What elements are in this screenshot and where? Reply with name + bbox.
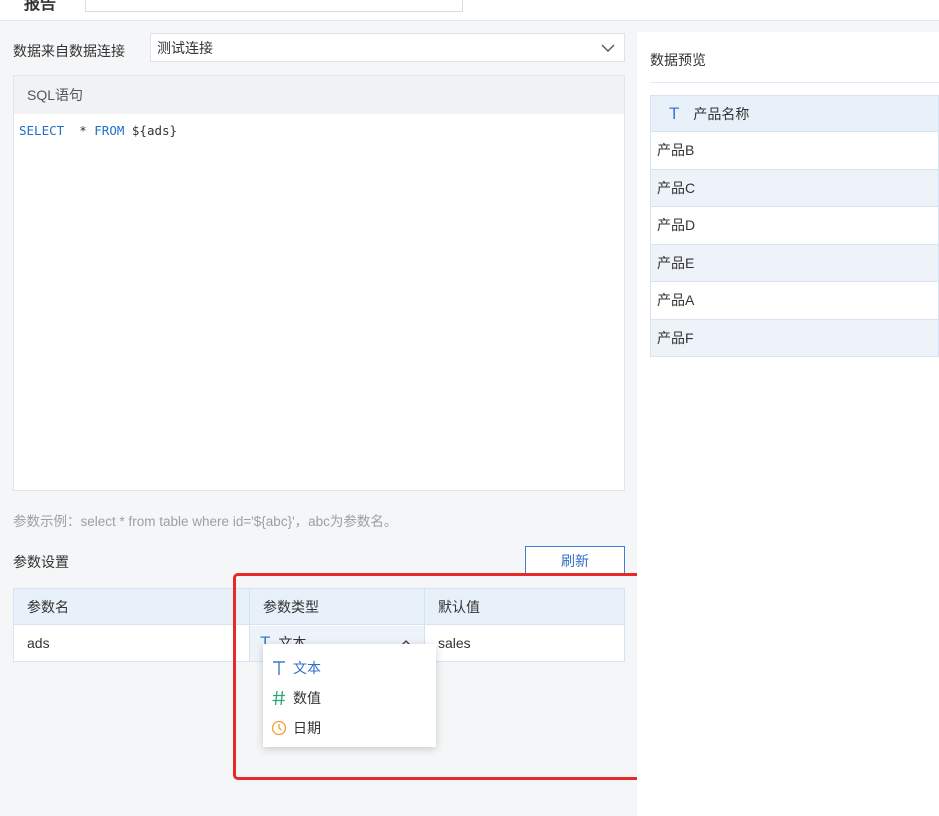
table-row: 产品B	[650, 132, 939, 170]
data-preview-panel: 数据预览 T 产品名称 产品B 产品C 产品D 产品E 产品A 产品F	[637, 32, 939, 816]
top-bar: 报告	[0, 0, 939, 21]
divider	[650, 82, 939, 83]
preview-column-header[interactable]: T 产品名称	[650, 95, 939, 132]
sql-keyword-from: FROM	[94, 123, 125, 138]
connection-select[interactable]: 测试连接	[150, 33, 625, 62]
chevron-down-icon	[601, 44, 615, 52]
param-name-cell[interactable]: ads	[14, 625, 250, 661]
refresh-button[interactable]: 刷新	[525, 546, 625, 575]
table-row: 产品E	[650, 244, 939, 282]
table-row: 产品F	[650, 319, 939, 357]
table-row: 产品A	[650, 282, 939, 320]
sql-editor[interactable]: SQL语句 SELECT * FROM ${ads}	[13, 75, 625, 491]
sql-code-fragment: ${ads}	[124, 123, 178, 138]
text-type-icon: T	[669, 103, 680, 123]
sql-code[interactable]: SELECT * FROM ${ads}	[14, 114, 624, 147]
preview-column-label: 产品名称	[693, 105, 750, 122]
sql-code-fragment: *	[64, 123, 95, 138]
preview-table: T 产品名称 产品B 产品C 产品D 产品E 产品A 产品F	[650, 95, 939, 357]
sql-keyword-select: SELECT	[19, 123, 65, 138]
table-row: 产品C	[650, 169, 939, 207]
sql-editor-header: SQL语句	[14, 76, 624, 114]
connection-label: 数据来自数据连接	[13, 43, 125, 59]
table-row: 产品D	[650, 207, 939, 245]
col-param-name: 参数名	[14, 589, 250, 624]
param-hint: 参数示例：select * from table where id='${abc…	[13, 514, 398, 529]
data-preview-title: 数据预览	[650, 52, 706, 68]
report-name-input[interactable]	[85, 0, 463, 12]
highlight-frame	[233, 573, 644, 780]
report-title: 报告	[24, 0, 57, 13]
param-settings-title: 参数设置	[13, 554, 69, 570]
connection-selected-value: 测试连接	[157, 39, 213, 56]
